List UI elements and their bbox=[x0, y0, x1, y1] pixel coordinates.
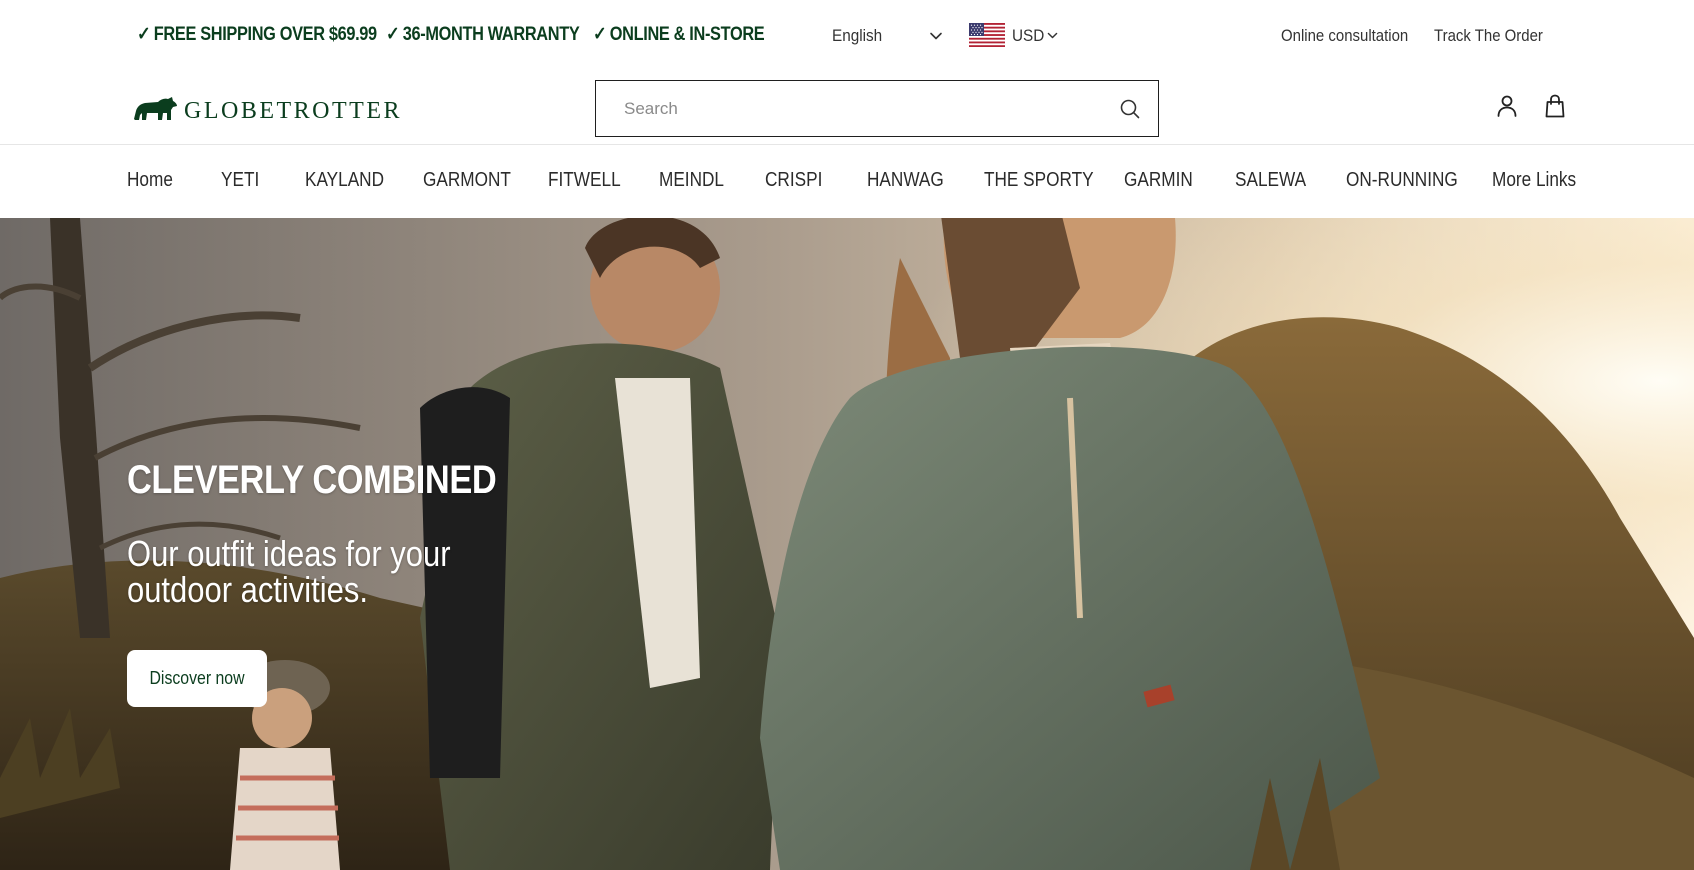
nav-item-home[interactable]: Home bbox=[127, 169, 173, 192]
language-selector[interactable]: English bbox=[832, 26, 882, 46]
nav-item-crispi[interactable]: CRISPI bbox=[765, 169, 822, 192]
logo[interactable]: GLOBETROTTER bbox=[132, 92, 402, 124]
promo-label: FREE SHIPPING OVER $69.99 bbox=[153, 24, 377, 45]
promo-label: ONLINE & IN-STORE bbox=[609, 24, 765, 45]
nav-item-salewa[interactable]: SALEWA bbox=[1235, 169, 1306, 192]
currency-selector[interactable]: USD bbox=[1012, 26, 1044, 46]
shopping-bag-icon[interactable] bbox=[1542, 93, 1568, 119]
discover-now-label: Discover now bbox=[149, 668, 245, 688]
nav-item-kayland[interactable]: KAYLAND bbox=[305, 169, 384, 192]
hero-title: CLEVERLY COMBINED bbox=[127, 458, 497, 502]
logo-text: GLOBETROTTER bbox=[184, 97, 402, 124]
search-input[interactable] bbox=[624, 95, 1074, 123]
track-order-link[interactable]: Track The Order bbox=[1434, 26, 1543, 46]
search-icon[interactable] bbox=[1118, 97, 1142, 121]
promo-free-shipping: ✓ FREE SHIPPING OVER $69.99 bbox=[137, 23, 377, 46]
nav-item-fitwell[interactable]: FITWELL bbox=[548, 169, 621, 192]
check-icon: ✓ bbox=[386, 24, 400, 45]
main-nav: Home YETI KAYLAND GARMONT FITWELL MEINDL… bbox=[0, 145, 1694, 218]
hero-banner[interactable]: CLEVERLY COMBINED Our outfit ideas for y… bbox=[0, 218, 1694, 870]
chevron-down-icon[interactable] bbox=[1046, 29, 1059, 42]
check-icon: ✓ bbox=[137, 24, 151, 45]
bear-icon bbox=[134, 97, 177, 120]
nav-item-more-links[interactable]: More Links bbox=[1492, 169, 1576, 192]
promo-label: 36-MONTH WARRANTY bbox=[402, 24, 580, 45]
hero-subtitle: Our outfit ideas for your outdoor activi… bbox=[127, 533, 451, 610]
nav-item-the-sporty[interactable]: THE SPORTY bbox=[984, 169, 1094, 192]
search-box[interactable] bbox=[595, 80, 1159, 137]
check-icon: ✓ bbox=[593, 24, 607, 45]
nav-item-meindl[interactable]: MEINDL bbox=[659, 169, 724, 192]
nav-item-on-running[interactable]: ON-RUNNING bbox=[1346, 169, 1458, 192]
discover-now-button[interactable]: Discover now bbox=[127, 650, 267, 707]
nav-item-garmin[interactable]: GARMIN bbox=[1124, 169, 1193, 192]
us-flag-icon[interactable] bbox=[969, 23, 1005, 47]
announcement-bar: ✓ FREE SHIPPING OVER $69.99 ✓ 36-MONTH WAR… bbox=[0, 0, 1694, 72]
nav-item-garmont[interactable]: GARMONT bbox=[423, 169, 511, 192]
user-icon[interactable] bbox=[1494, 93, 1520, 119]
online-consultation-link[interactable]: Online consultation bbox=[1281, 26, 1408, 46]
promo-warranty: ✓ 36-MONTH WARRANTY bbox=[386, 23, 580, 46]
promo-online-instore: ✓ ONLINE & IN-STORE bbox=[593, 23, 765, 46]
chevron-down-icon[interactable] bbox=[928, 28, 944, 44]
nav-item-yeti[interactable]: YETI bbox=[221, 169, 259, 192]
nav-item-hanwag[interactable]: HANWAG bbox=[867, 169, 944, 192]
